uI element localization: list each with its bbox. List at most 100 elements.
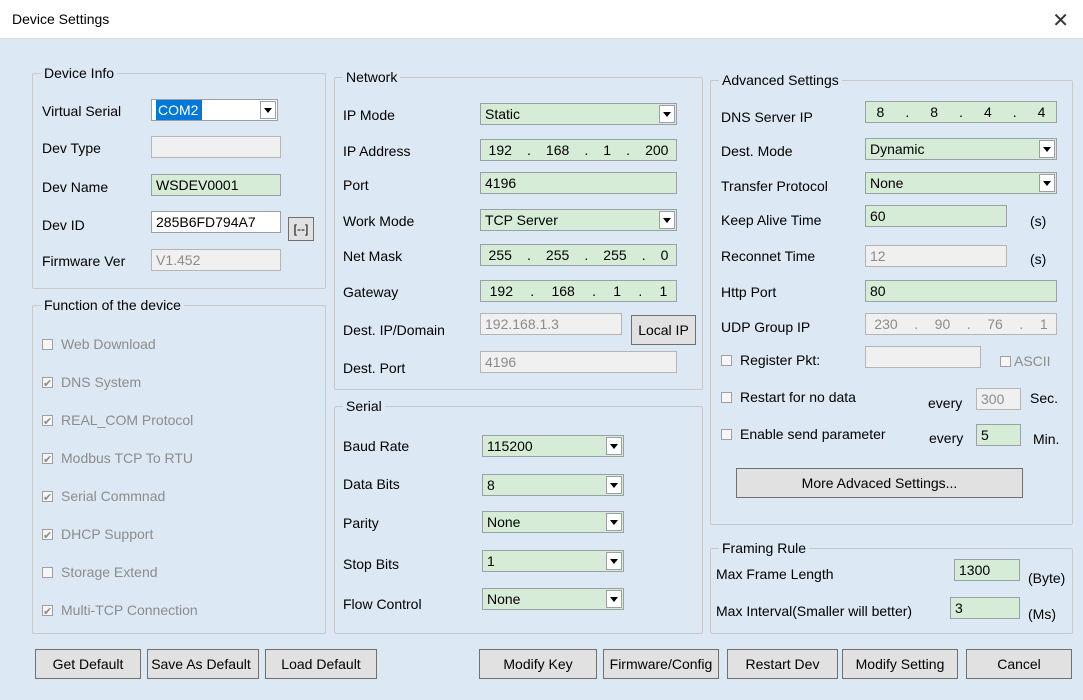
max-frame-length-unit: (Byte) (1028, 570, 1066, 586)
max-frame-length-field[interactable]: 1300 (954, 559, 1020, 581)
baud-rate-select[interactable]: 115200 (482, 435, 624, 457)
dest-mode-select[interactable]: Dynamic (865, 138, 1057, 160)
max-frame-length-label: Max Frame Length (716, 566, 834, 582)
check-icon[interactable] (42, 450, 53, 470)
serial-title: Serial (343, 397, 385, 415)
data-bits-select[interactable]: 8 (482, 474, 624, 496)
restart-dev-button[interactable]: Restart Dev (727, 649, 838, 679)
port-label: Port (343, 177, 369, 193)
reconnect-field[interactable]: 12 (865, 245, 1007, 267)
checkbox-box[interactable] (721, 354, 732, 366)
max-interval-field[interactable]: 3 (950, 597, 1020, 619)
transfer-protocol-label: Transfer Protocol (721, 178, 828, 194)
enable-interval-field[interactable]: 5 (976, 424, 1021, 446)
chevron-down-icon[interactable] (606, 590, 622, 608)
save-as-default-button[interactable]: Save As Default (147, 649, 259, 679)
http-port-label: Http Port (721, 284, 777, 300)
check-icon[interactable] (42, 602, 53, 622)
function-item-label: DNS System (61, 374, 142, 390)
local-ip-button[interactable]: Local IP (631, 315, 696, 345)
check-icon[interactable] (42, 374, 53, 394)
dev-id-field[interactable]: 285B6FD794A7 (151, 211, 281, 233)
chevron-down-icon[interactable] (1039, 174, 1055, 192)
device-info-title: Device Info (41, 64, 118, 82)
checkbox-box[interactable] (1000, 355, 1011, 367)
network-title: Network (343, 68, 401, 86)
functions-group: Function of the device (32, 296, 326, 634)
function-item-checkbox[interactable]: Multi-TCP Connection (42, 600, 198, 622)
checkbox-box[interactable] (42, 566, 53, 578)
ip-address-field[interactable]: 192. 168. 1. 200 (480, 139, 677, 161)
function-item-checkbox[interactable]: Web Download (42, 334, 156, 354)
virtual-serial-label: Virtual Serial (42, 103, 122, 119)
chevron-down-icon[interactable] (659, 211, 675, 229)
transfer-protocol-select[interactable]: None (865, 172, 1057, 194)
get-default-button[interactable]: Get Default (35, 649, 141, 679)
chevron-down-icon[interactable] (260, 101, 276, 119)
keep-alive-field[interactable]: 60 (865, 205, 1007, 227)
check-icon[interactable] (42, 412, 53, 432)
restart-interval-field[interactable]: 300 (976, 388, 1021, 410)
window-title: Device Settings (12, 11, 110, 27)
load-default-button[interactable]: Load Default (265, 649, 377, 679)
work-mode-label: Work Mode (343, 213, 415, 229)
enable-send-param-checkbox[interactable]: Enable send parameter (721, 424, 886, 444)
http-port-field[interactable]: 80 (865, 280, 1057, 302)
function-item-checkbox[interactable]: Storage Extend (42, 562, 158, 582)
virtual-serial-select[interactable]: COM2 (151, 99, 278, 121)
dest-port-field[interactable]: 4196 (480, 351, 677, 373)
function-item-checkbox[interactable]: Serial Commnad (42, 486, 165, 508)
reconnect-unit: (s) (1030, 251, 1047, 267)
check-icon[interactable] (42, 526, 53, 546)
firmware-config-button[interactable]: Firmware/Config (603, 649, 719, 679)
udp-group-ip-field[interactable]: 230. 90. 76. 1 (865, 313, 1057, 335)
dev-name-label: Dev Name (42, 179, 109, 195)
ip-mode-select[interactable]: Static (480, 103, 677, 125)
dns-label: DNS Server IP (721, 109, 813, 125)
cancel-button[interactable]: Cancel (966, 649, 1072, 679)
more-advanced-settings-button[interactable]: More Advaced Settings... (736, 468, 1023, 498)
checkbox-box[interactable] (721, 428, 732, 440)
gateway-field[interactable]: 192. 168. 1. 1 (480, 280, 677, 302)
checkbox-box[interactable] (42, 338, 53, 350)
keep-alive-unit: (s) (1030, 213, 1047, 229)
dev-id-button[interactable]: [--] (288, 217, 314, 241)
udp-group-label: UDP Group IP (721, 319, 811, 335)
modify-setting-button[interactable]: Modify Setting (842, 649, 958, 679)
parity-select[interactable]: None (482, 511, 624, 533)
restart-no-data-checkbox[interactable]: Restart for no data (721, 387, 856, 407)
function-item-checkbox[interactable]: Modbus TCP To RTU (42, 448, 193, 470)
function-item-checkbox[interactable]: DNS System (42, 372, 142, 394)
checkbox-box[interactable] (721, 391, 732, 403)
chevron-down-icon[interactable] (606, 513, 622, 531)
function-item-label: Web Download (61, 336, 156, 352)
check-icon[interactable] (42, 488, 53, 508)
chevron-down-icon[interactable] (659, 105, 675, 123)
modify-key-button[interactable]: Modify Key (479, 649, 597, 679)
register-pkt-checkbox[interactable]: Register Pkt: (721, 350, 820, 370)
stop-bits-select[interactable]: 1 (482, 550, 624, 572)
close-icon[interactable]: ✕ (1052, 8, 1069, 33)
flow-control-select[interactable]: None (482, 588, 624, 610)
reconnect-label: Reconnet Time (721, 248, 816, 264)
dest-ip-field[interactable]: 192.168.1.3 (480, 313, 622, 335)
function-item-checkbox[interactable]: DHCP Support (42, 524, 153, 546)
chevron-down-icon[interactable] (606, 552, 622, 570)
dev-name-field[interactable]: WSDEV0001 (151, 174, 281, 196)
register-pkt-field[interactable] (865, 346, 981, 368)
chevron-down-icon[interactable] (606, 476, 622, 494)
restart-unit: Sec. (1030, 390, 1059, 406)
function-item-label: REAL_COM Protocol (61, 412, 194, 428)
ascii-checkbox[interactable]: ASCII (1000, 351, 1051, 371)
function-item-label: Storage Extend (61, 564, 158, 580)
function-item-checkbox[interactable]: REAL_COM Protocol (42, 410, 194, 432)
work-mode-select[interactable]: TCP Server (480, 209, 677, 231)
firmware-label: Firmware Ver (42, 253, 126, 269)
chevron-down-icon[interactable] (606, 437, 622, 455)
port-field[interactable]: 4196 (480, 172, 677, 194)
chevron-down-icon[interactable] (1039, 140, 1055, 158)
net-mask-field[interactable]: 255. 255. 255. 0 (480, 244, 677, 266)
dns-ip-field[interactable]: 8.8.4.4 (865, 101, 1057, 123)
advanced-title: Advanced Settings (719, 71, 842, 89)
data-bits-label: Data Bits (343, 476, 400, 492)
